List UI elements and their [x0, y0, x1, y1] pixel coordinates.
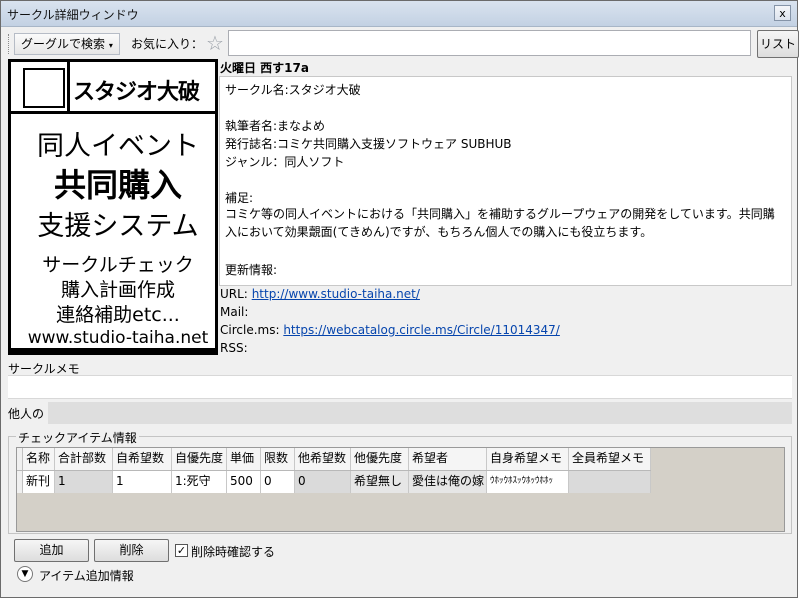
banner-square	[23, 68, 65, 108]
circle-cut-image: スタジオ大破 同人イベント 共同購入 支援システム サークルチェック 購入計画作…	[8, 59, 218, 355]
column-header[interactable]: 全員希望メモ	[569, 448, 651, 470]
table-cell[interactable]: 0	[295, 471, 351, 493]
circle-memo-field[interactable]	[8, 375, 792, 399]
item-add-info-label[interactable]: アイテム追加情報	[39, 567, 134, 584]
star-icon[interactable]: ☆	[204, 32, 226, 54]
table-cell[interactable]: 1	[113, 471, 172, 493]
column-header[interactable]: 限数	[261, 448, 295, 470]
banner-line6: 連絡補助etc...	[56, 304, 180, 326]
window-title: サークル詳細ウィンドウ	[7, 8, 139, 22]
table-cell[interactable]: 0	[261, 471, 295, 493]
chevron-down-icon: ▼	[21, 569, 29, 579]
list-button[interactable]: リスト	[757, 30, 799, 58]
column-header[interactable]: 他希望数	[295, 448, 351, 470]
column-header[interactable]: 自希望数	[113, 448, 172, 470]
table-cell[interactable]: 1	[55, 471, 113, 493]
banner-line1: 同人イベント	[37, 131, 199, 162]
table-cell[interactable]	[569, 471, 651, 493]
add-button[interactable]: 追加	[14, 539, 89, 562]
column-header[interactable]: 合計部数	[55, 448, 113, 470]
table-cell[interactable]: 新刊	[23, 471, 55, 493]
banner-studio-name: スタジオ大破	[73, 79, 200, 105]
column-header[interactable]: 名称	[23, 448, 55, 470]
title-bar[interactable]: サークル詳細ウィンドウ x	[1, 1, 797, 27]
close-button[interactable]: x	[774, 5, 791, 21]
item-grid[interactable]: 名称 合計部数 自希望数 自優先度 単価 限数 他希望数 他優先度 希望者 自身…	[16, 447, 785, 532]
grid-header: 名称 合計部数 自希望数 自優先度 単価 限数 他希望数 他優先度 希望者 自身…	[17, 448, 651, 471]
update-label: 更新情報:	[225, 263, 278, 277]
delete-button[interactable]: 削除	[94, 539, 169, 562]
favorite-label: お気に入り：	[131, 37, 204, 51]
toolbar: グーグルで検索 ▾ お気に入り： ☆ リスト	[8, 30, 799, 58]
confirm-delete-label: 削除時確認する	[191, 545, 276, 559]
dropdown-arrow-icon: ▾	[108, 41, 113, 50]
banner-line3: 支援システム	[37, 211, 199, 242]
publication-name: 発行誌名:コミケ共同購入支援ソフトウェア SUBHUB	[225, 137, 512, 151]
note-label: 補足:	[225, 191, 254, 205]
genre: ジャンル：同人ソフト	[225, 155, 345, 169]
url-row: URL: http://www.studio-taiha.net/	[220, 287, 420, 301]
expand-toggle[interactable]: ▼	[17, 566, 33, 582]
check-icon: ✓	[176, 544, 187, 557]
table-row[interactable]: 新刊 1 1 1:死守 500 0 0 希望無し 愛佳は俺の嫁 ｳﾎｯｳﾎｽｯｳ…	[17, 471, 651, 493]
author-name: 執筆者名:まなよめ	[225, 119, 326, 133]
toolbar-grip[interactable]	[8, 34, 12, 54]
table-cell[interactable]: ｳﾎｯｳﾎｽｯｳﾎｯｳﾎﾎｯ	[487, 471, 569, 493]
close-icon: x	[779, 7, 786, 20]
circlems-link[interactable]: https://webcatalog.circle.ms/Circle/1101…	[283, 323, 560, 337]
circle-name: サークル名:スタジオ大破	[225, 83, 361, 97]
banner-divider	[67, 62, 70, 111]
confirm-delete-checkbox[interactable]: ✓	[175, 544, 188, 557]
circlems-label: Circle.ms:	[220, 323, 280, 337]
circle-location: 火曜日 西す17a	[220, 61, 309, 75]
column-header[interactable]: 希望者	[409, 448, 487, 470]
banner-line4: サークルチェック	[42, 254, 194, 276]
column-header[interactable]: 単価	[227, 448, 261, 470]
url-label: URL:	[220, 287, 248, 301]
circle-info-panel[interactable]: サークル名:スタジオ大破 執筆者名:まなよめ 発行誌名:コミケ共同購入支援ソフト…	[219, 76, 792, 286]
column-header[interactable]: 自優先度	[172, 448, 227, 470]
column-header[interactable]: 自身希望メモ	[487, 448, 569, 470]
mail-label: Mail:	[220, 305, 249, 319]
banner-line5: 購入計画作成	[60, 279, 175, 301]
url-link[interactable]: http://www.studio-taiha.net/	[252, 287, 420, 301]
banner-header: スタジオ大破	[11, 62, 215, 114]
table-cell[interactable]: 愛佳は俺の嫁	[409, 471, 487, 493]
others-memo-field[interactable]	[48, 402, 792, 424]
google-search-label: グーグルで検索	[21, 37, 106, 51]
column-header[interactable]: 他優先度	[351, 448, 409, 470]
others-memo-label: 他人の	[8, 407, 45, 421]
banner-url: www.studio-taiha.net	[27, 328, 209, 348]
check-item-group-title: チェックアイテム情報	[16, 429, 139, 446]
search-input[interactable]	[228, 30, 751, 56]
table-cell[interactable]: 1:死守	[172, 471, 227, 493]
rss-label: RSS:	[220, 341, 248, 355]
table-cell[interactable]: 500	[227, 471, 261, 493]
google-search-button[interactable]: グーグルで検索 ▾	[14, 33, 120, 55]
banner-line2: 共同購入	[53, 166, 182, 204]
note-text: コミケ等の同人イベントにおける「共同購入」を補助するグループウェアの開発をしてい…	[225, 207, 775, 239]
banner-bottom-bar	[11, 348, 215, 352]
circlems-row: Circle.ms: https://webcatalog.circle.ms/…	[220, 323, 560, 337]
table-cell[interactable]: 希望無し	[351, 471, 409, 493]
